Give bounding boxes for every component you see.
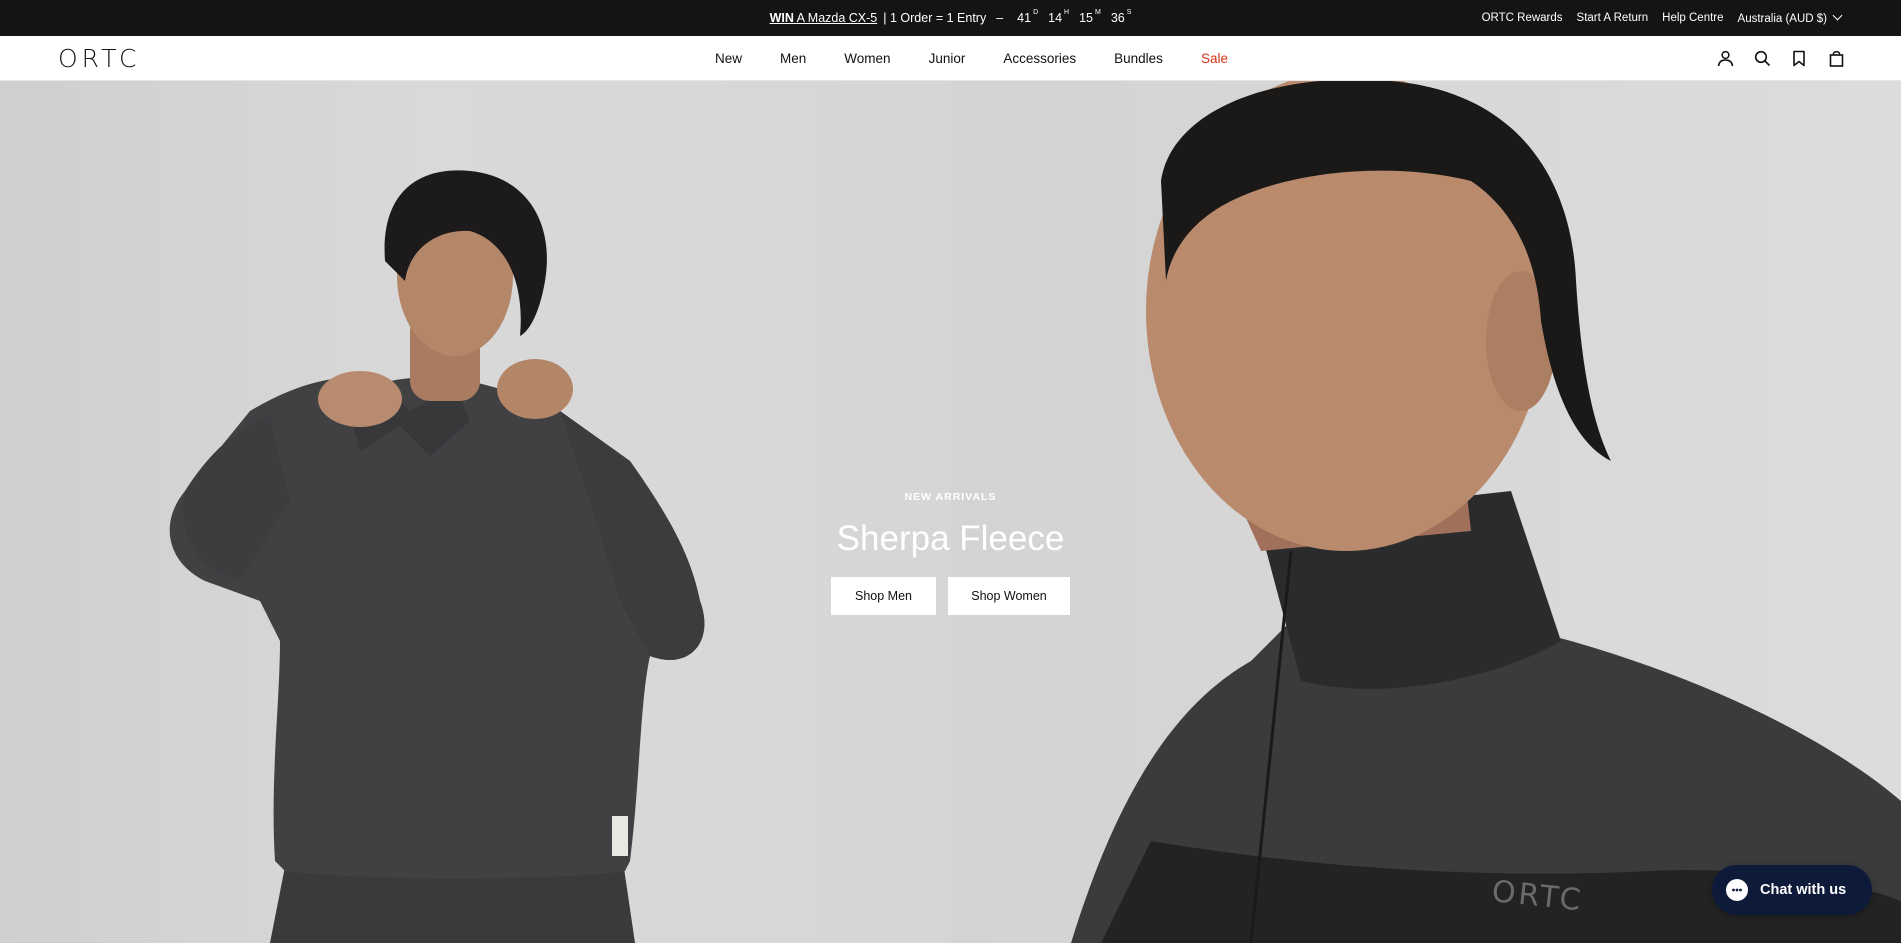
region-selector[interactable]: Australia (AUD $): [1738, 10, 1843, 25]
chat-icon: [1726, 879, 1748, 901]
nav-bundles[interactable]: Bundles: [1114, 51, 1163, 66]
promo-dash: –: [996, 11, 1004, 25]
bag-icon[interactable]: [1827, 50, 1845, 68]
nav-accessories[interactable]: Accessories: [1003, 51, 1076, 66]
countdown-seconds: 36 S: [1110, 9, 1132, 25]
hero-eyebrow: NEW ARRIVALS: [904, 491, 997, 503]
nav-sale[interactable]: Sale: [1201, 51, 1228, 66]
nav-junior[interactable]: Junior: [929, 51, 966, 66]
promo-link[interactable]: WIN A Mazda CX-5: [770, 11, 878, 25]
promo-entry-text: | 1 Order = 1 Entry: [883, 11, 987, 25]
hero-content: NEW ARRIVALS Sherpa Fleece Shop Men Shop…: [0, 491, 1901, 615]
hero-banner: ORTC NEW ARRIVALS Sherpa Fleece Shop Men…: [0, 81, 1901, 943]
header-actions: [1716, 36, 1845, 81]
countdown-timer: 41 D 14 H 15 M 36 S: [1017, 9, 1132, 25]
wishlist-icon[interactable]: [1790, 50, 1808, 68]
shop-men-button[interactable]: Shop Men: [831, 577, 936, 615]
help-centre-link[interactable]: Help Centre: [1662, 12, 1723, 24]
chat-label: Chat with us: [1760, 882, 1847, 898]
chevron-down-icon: [1832, 10, 1843, 20]
countdown-hours: 14 H: [1048, 9, 1070, 25]
nav-men[interactable]: Men: [780, 51, 806, 66]
search-icon[interactable]: [1753, 50, 1771, 68]
start-return-link[interactable]: Start A Return: [1577, 12, 1649, 24]
rewards-link[interactable]: ORTC Rewards: [1482, 12, 1563, 24]
utility-links: ORTC Rewards Start A Return Help Centre …: [1482, 0, 1843, 36]
countdown-days: 41 D: [1017, 9, 1039, 25]
hero-cta-row: Shop Men Shop Women: [0, 577, 1901, 615]
countdown-minutes: 15 M: [1079, 9, 1101, 25]
announcement-bar: WIN A Mazda CX-5 | 1 Order = 1 Entry – 4…: [0, 0, 1901, 36]
site-header: ORTC New Men Women Junior Accessories Bu…: [0, 36, 1901, 81]
main-nav: New Men Women Junior Accessories Bundles…: [0, 36, 1901, 81]
shop-women-button[interactable]: Shop Women: [948, 577, 1070, 615]
account-icon[interactable]: [1716, 50, 1734, 68]
hero-headline: Sherpa Fleece: [836, 519, 1065, 558]
nav-new[interactable]: New: [715, 51, 742, 66]
chat-button[interactable]: Chat with us: [1712, 865, 1872, 915]
nav-women[interactable]: Women: [844, 51, 890, 66]
